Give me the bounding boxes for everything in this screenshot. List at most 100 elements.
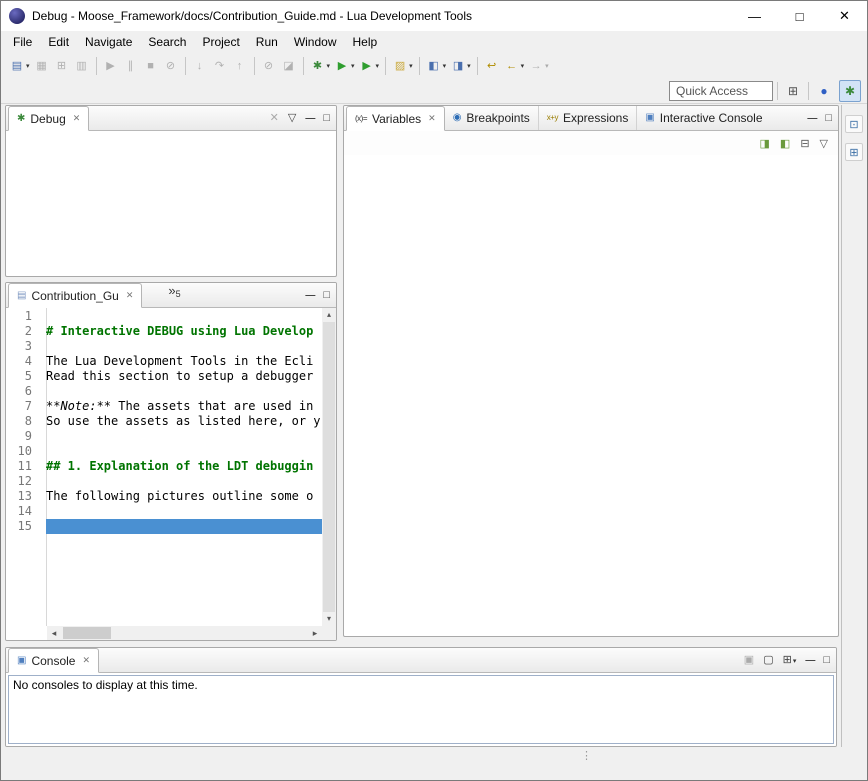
- tab-debug[interactable]: ✱ Debug ✕: [8, 106, 89, 131]
- remove-all-terminated-icon[interactable]: ✕: [270, 113, 279, 124]
- line-text[interactable]: The Lua Development Tools in the Ecli: [46, 354, 322, 369]
- view-menu-icon[interactable]: ▽: [820, 137, 828, 150]
- outline-view-icon[interactable]: ⊞: [845, 143, 863, 161]
- menu-help[interactable]: Help: [345, 32, 386, 52]
- editor-vertical-scrollbar[interactable]: ▴ ▾: [322, 308, 336, 626]
- line-text[interactable]: [46, 429, 322, 444]
- save-button[interactable]: ▦: [32, 55, 52, 77]
- line-text[interactable]: # Interactive DEBUG using Lua Develop: [46, 324, 322, 339]
- show-type-names-icon[interactable]: ◨: [760, 137, 770, 150]
- line-text[interactable]: [46, 339, 322, 354]
- minimize-view-icon[interactable]: —: [305, 113, 314, 124]
- dropdown-arrow-icon[interactable]: ▾: [409, 62, 413, 70]
- maximize-view-icon[interactable]: □: [823, 655, 830, 666]
- use-step-filters-button[interactable]: ◪: [279, 55, 299, 77]
- console-content[interactable]: No consoles to display at this time.: [8, 675, 834, 744]
- display-selected-console-button[interactable]: ▢: [763, 655, 773, 666]
- collapse-all-icon[interactable]: ⊟: [800, 137, 809, 150]
- step-into-button[interactable]: ↓: [190, 55, 210, 77]
- minimize-window-button[interactable]: —: [732, 1, 777, 31]
- menu-edit[interactable]: Edit: [40, 32, 77, 52]
- maximize-view-icon[interactable]: □: [323, 113, 330, 124]
- line-text[interactable]: [46, 474, 322, 489]
- mark-occurrences-button[interactable]: ▨▾: [390, 55, 415, 77]
- debug-perspective-button[interactable]: ✱: [839, 80, 861, 102]
- menu-navigate[interactable]: Navigate: [77, 32, 140, 52]
- menu-search[interactable]: Search: [140, 32, 194, 52]
- hidden-editors-chevron[interactable]: » 5: [168, 283, 180, 307]
- menu-file[interactable]: File: [5, 32, 40, 52]
- restore-views-icon[interactable]: ⊡: [845, 115, 863, 133]
- dropdown-arrow-icon[interactable]: ▾: [351, 62, 355, 70]
- quick-access-input[interactable]: Quick Access: [669, 81, 773, 101]
- pin-console-button[interactable]: ▣: [744, 655, 754, 666]
- scroll-down-icon[interactable]: ▾: [322, 612, 336, 626]
- statusbar-grip[interactable]: ⋮: [581, 753, 592, 759]
- scroll-right-icon[interactable]: ▸: [308, 626, 322, 640]
- minimize-view-icon[interactable]: —: [807, 113, 816, 124]
- last-edit-location-button[interactable]: ↩: [482, 55, 502, 77]
- back-button[interactable]: ←▾: [502, 55, 527, 77]
- tab-expressions[interactable]: x+yExpressions: [538, 106, 637, 130]
- dropdown-arrow-icon[interactable]: ▾: [521, 62, 525, 70]
- show-logical-structures-icon[interactable]: ◧: [780, 137, 790, 150]
- maximize-view-icon[interactable]: □: [825, 113, 832, 124]
- close-icon[interactable]: ✕: [73, 113, 81, 124]
- print-button[interactable]: ▥: [72, 55, 92, 77]
- dropdown-arrow-icon[interactable]: ▾: [545, 62, 549, 70]
- line-text[interactable]: [46, 309, 322, 324]
- menu-window[interactable]: Window: [286, 32, 345, 52]
- tab-breakpoints[interactable]: ◉Breakpoints: [445, 106, 538, 130]
- scroll-left-icon[interactable]: ◂: [47, 626, 61, 640]
- dropdown-arrow-icon[interactable]: ▾: [467, 62, 471, 70]
- dropdown-arrow-icon[interactable]: ▾: [443, 62, 447, 70]
- dropdown-arrow-icon[interactable]: ▾: [793, 657, 797, 665]
- open-perspective-icon[interactable]: ⊞: [782, 80, 804, 102]
- line-text[interactable]: ## 1. Explanation of the LDT debuggin: [46, 459, 322, 474]
- new-lua-file-button[interactable]: ◨▾: [448, 55, 473, 77]
- step-return-button[interactable]: ↑: [230, 55, 250, 77]
- tab-contribution-guide[interactable]: ▤ Contribution_Gu ✕: [8, 283, 142, 308]
- new-lua-project-button[interactable]: ◧▾: [424, 55, 449, 77]
- dropdown-arrow-icon[interactable]: ▾: [26, 62, 30, 70]
- close-icon[interactable]: ✕: [428, 113, 436, 124]
- scroll-up-icon[interactable]: ▴: [322, 308, 336, 322]
- run-button[interactable]: ▶▾: [332, 55, 357, 77]
- vertical-scroll-thumb[interactable]: [323, 322, 335, 612]
- disconnect-button[interactable]: ⊘: [161, 55, 181, 77]
- line-text[interactable]: **Note:** The assets that are used in: [46, 399, 322, 414]
- tab-variables[interactable]: (x)=Variables✕: [346, 106, 445, 131]
- forward-button[interactable]: →▾: [526, 55, 551, 77]
- line-text[interactable]: [46, 504, 322, 519]
- debug-button[interactable]: ✱▾: [308, 55, 333, 77]
- line-text[interactable]: [46, 444, 322, 459]
- resume-button[interactable]: ▶: [101, 55, 121, 77]
- close-icon[interactable]: ✕: [82, 655, 90, 666]
- horizontal-scroll-thumb[interactable]: [63, 627, 111, 639]
- dropdown-arrow-icon[interactable]: ▾: [327, 62, 331, 70]
- terminate-button[interactable]: ■: [141, 55, 161, 77]
- save-all-button[interactable]: ⊞: [52, 55, 72, 77]
- view-menu-icon[interactable]: ▽: [288, 113, 296, 124]
- new-button[interactable]: ▤▾: [7, 55, 32, 77]
- menu-project[interactable]: Project: [194, 32, 247, 52]
- line-text[interactable]: [46, 519, 322, 534]
- external-tools-button[interactable]: ▶▾: [357, 55, 382, 77]
- maximize-view-icon[interactable]: □: [323, 290, 330, 301]
- editor-body[interactable]: 12# Interactive DEBUG using Lua Develop3…: [6, 308, 336, 640]
- editor-horizontal-scrollbar[interactable]: ◂ ▸: [47, 626, 322, 640]
- close-window-button[interactable]: ✕: [822, 1, 867, 31]
- tab-console[interactable]: ▣ Console ✕: [8, 648, 99, 673]
- line-text[interactable]: So use the assets as listed here, or y: [46, 414, 322, 429]
- lua-perspective-button[interactable]: ●: [813, 80, 835, 102]
- menu-run[interactable]: Run: [248, 32, 286, 52]
- dropdown-arrow-icon[interactable]: ▾: [376, 62, 380, 70]
- skip-all-breakpoints-button[interactable]: ⊘: [259, 55, 279, 77]
- open-console-button[interactable]: ⊞▾: [783, 655, 797, 666]
- line-text[interactable]: [46, 384, 322, 399]
- minimize-view-icon[interactable]: —: [305, 290, 314, 301]
- line-text[interactable]: Read this section to setup a debugger: [46, 369, 322, 384]
- suspend-button[interactable]: ∥: [121, 55, 141, 77]
- minimize-view-icon[interactable]: —: [805, 655, 814, 666]
- line-text[interactable]: The following pictures outline some o: [46, 489, 322, 504]
